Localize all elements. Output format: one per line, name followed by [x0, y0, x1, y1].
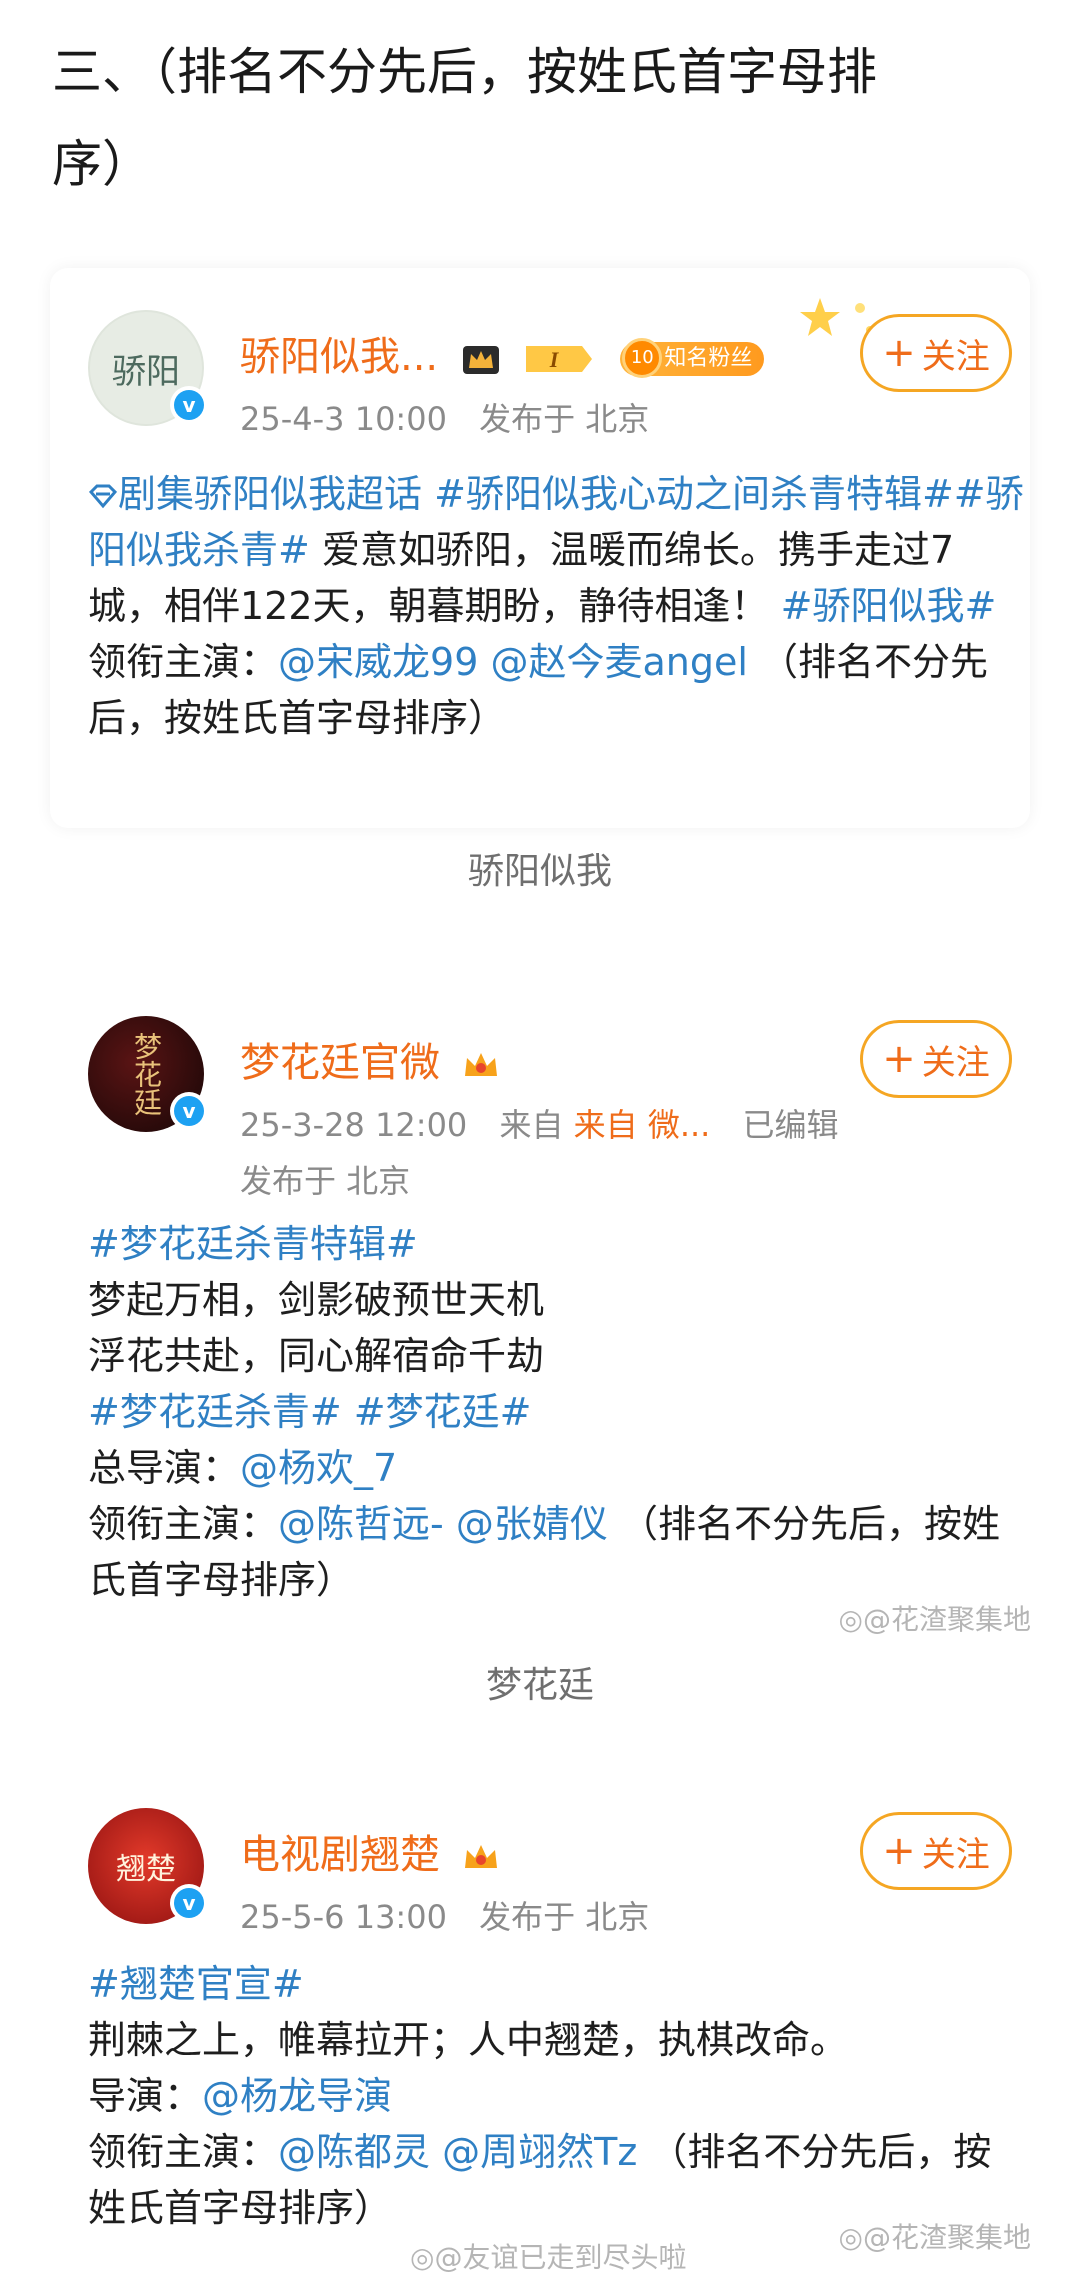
verified-icon: v	[170, 386, 208, 424]
source-app-link[interactable]: 来自 微...	[574, 1106, 711, 1144]
director-label: 总导演：	[88, 1446, 241, 1490]
post-location: 发布于 北京	[479, 400, 650, 438]
crown-icon	[462, 346, 499, 374]
follow-button[interactable]: + 关注	[860, 1020, 1012, 1098]
post-card-3: 翘楚 v 电视剧翘楚 25-5-6 13:00 发布于 北京 + 关注 #翘楚官宣…	[50, 1808, 1030, 2278]
mention-link[interactable]: @赵今麦angel	[490, 640, 747, 684]
post-location: 发布于 北京	[479, 1898, 650, 1936]
post-meta: 25-4-3 10:00 发布于 北京	[240, 394, 649, 440]
post-content-line: 浮花共赴，同心解宿命千劫	[88, 1334, 545, 1378]
weibo-icon: ◎	[410, 2241, 435, 2274]
avatar[interactable]: 骄阳 v	[88, 310, 208, 426]
lead-label: 领衔主演：	[88, 1502, 279, 1546]
post-content-line: 梦起万相，剑影破预世天机	[88, 1278, 545, 1322]
mention-link[interactable]: @陈都灵	[278, 2130, 430, 2174]
mention-link[interactable]: @杨欢_7	[240, 1446, 397, 1490]
supertopic-icon	[88, 484, 118, 509]
level-badge: I	[525, 346, 592, 372]
post-time: 25-3-28 12:00	[240, 1106, 468, 1144]
avatar[interactable]: 梦花廷 v	[88, 1016, 208, 1132]
article-heading: 三、（排名不分先后，按姓氏首字母排 序）	[52, 26, 1042, 210]
weibo-icon: ◎	[838, 1603, 863, 1636]
image-caption: 梦花廷	[485, 1665, 594, 1706]
mention-link[interactable]: @周翊然Tz	[442, 2130, 637, 2174]
mention-link[interactable]: @张婧仪	[456, 1502, 608, 1546]
post-content-line: 荆棘之上，帷幕拉开；人中翘楚，执棋改命。	[88, 2018, 849, 2062]
image-caption: 骄阳似我	[467, 851, 612, 892]
hashtag-link[interactable]: #翘楚官宣#	[88, 1956, 1028, 2012]
watermark: ◎@花渣聚集地	[838, 1603, 1031, 1636]
watermark: ◎@友谊已走到尽头啦	[410, 2241, 687, 2274]
post-meta: 25-3-28 12:00 来自 来自 微... 已编辑	[240, 1100, 839, 1146]
post-text: #梦花廷杀青特辑# 梦起万相，剑影破预世天机 浮花共赴，同心解宿命千劫 #梦花廷…	[88, 1216, 1028, 1608]
fan-badge: 10 知名粉丝	[620, 338, 765, 378]
hashtag-link[interactable]: #骄阳似我#	[781, 584, 997, 628]
post-text: 剧集骄阳似我超话 #骄阳似我心动之间杀青特辑##骄阳似我杀青# 爱意如骄阳，温暖…	[88, 466, 1028, 746]
post-location: 发布于 北京	[240, 1162, 411, 1200]
post-text: #翘楚官宣# 荆棘之上，帷幕拉开；人中翘楚，执棋改命。 导演：@杨龙导演 领衔主…	[88, 1956, 1028, 2236]
mention-link[interactable]: @陈哲远-	[278, 1502, 444, 1546]
verified-icon: v	[170, 1884, 208, 1922]
crown-icon	[464, 1053, 497, 1076]
follow-button[interactable]: + 关注	[860, 1812, 1012, 1890]
heading-line-1: 三、（排名不分先后，按姓氏首字母排	[52, 43, 877, 101]
edited-label: 已编辑	[742, 1106, 839, 1144]
svg-text:I: I	[548, 347, 559, 372]
hashtag-link[interactable]: #梦花廷杀青#	[88, 1390, 342, 1434]
heading-line-2: 序）	[52, 135, 152, 193]
post-time: 25-4-3 10:00	[240, 400, 447, 438]
post-time: 25-5-6 13:00	[240, 1898, 447, 1936]
username[interactable]: 电视剧翘楚	[240, 1832, 440, 1878]
post-card-1: 骄阳 v 骄阳似我... I 10 知名粉丝 25-4-3 10:00 发布于 北…	[50, 298, 1030, 950]
weibo-icon: ◎	[838, 2221, 863, 2254]
verified-icon: v	[170, 1092, 208, 1130]
username[interactable]: 骄阳似我...	[240, 334, 438, 380]
lead-label: 领衔主演：	[88, 2130, 279, 2174]
post-meta: 25-5-6 13:00 发布于 北京	[240, 1892, 649, 1938]
director-label: 导演：	[88, 2074, 203, 2118]
lead-label: 领衔主演：	[88, 640, 279, 684]
avatar[interactable]: 翘楚 v	[88, 1808, 208, 1924]
username[interactable]: 梦花廷官微	[240, 1040, 440, 1086]
post-source: 来自 来自 微...	[499, 1106, 711, 1144]
mention-link[interactable]: @杨龙导演	[202, 2074, 392, 2118]
crown-icon	[464, 1845, 497, 1868]
username-row: 梦花廷官微	[240, 1030, 501, 1088]
hashtag-link[interactable]: #梦花廷杀青特辑#	[88, 1216, 1028, 1272]
fan-level: 10	[622, 338, 663, 378]
mention-link[interactable]: @宋威龙99	[278, 640, 478, 684]
username-row: 电视剧翘楚	[240, 1822, 501, 1880]
supertopic-link[interactable]: 剧集骄阳似我超话	[88, 472, 422, 516]
username-row: 骄阳似我... I 10 知名粉丝	[240, 324, 765, 382]
watermark: ◎@花渣聚集地	[838, 2221, 1031, 2254]
hashtag-link[interactable]: #梦花廷#	[354, 1390, 532, 1434]
follow-button[interactable]: + 关注	[860, 314, 1012, 392]
hashtag-link[interactable]: #骄阳似我心动之间杀青特辑#	[434, 472, 954, 516]
